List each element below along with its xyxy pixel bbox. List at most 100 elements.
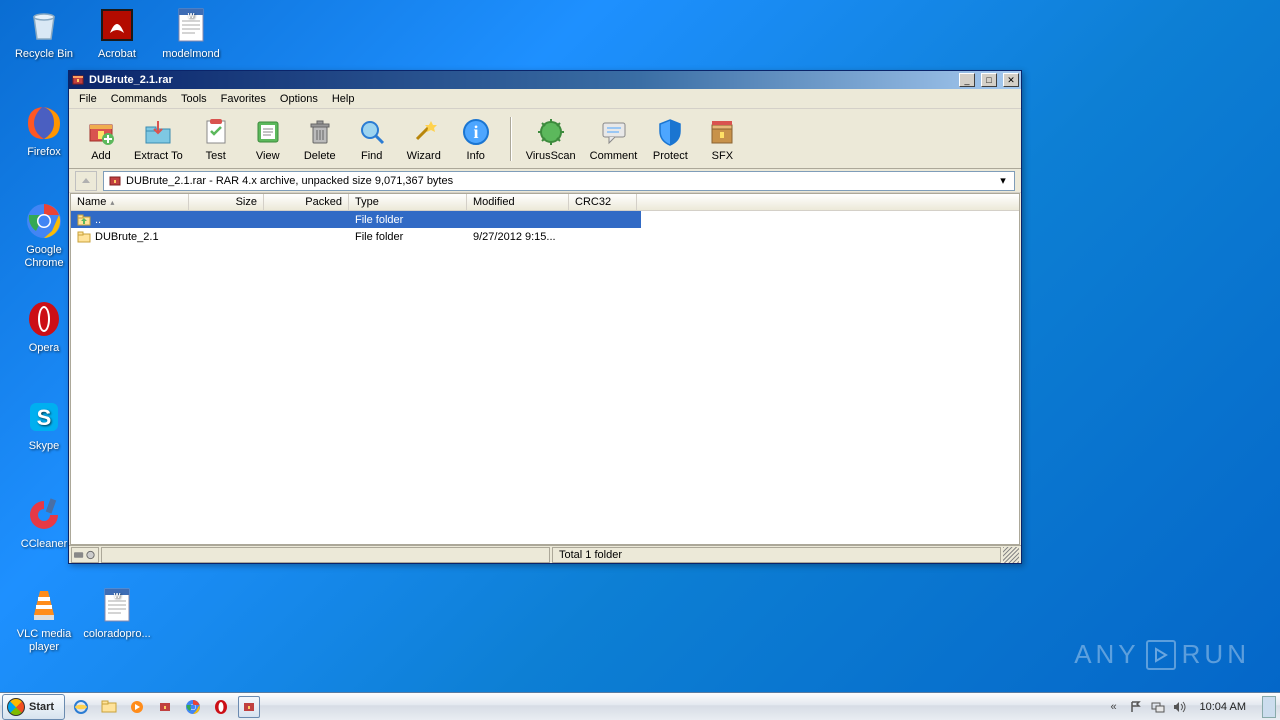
path-bar[interactable]: DUBrute_2.1.rar - RAR 4.x archive, unpac…: [103, 171, 1015, 191]
desktop-icon-vlc-media-player[interactable]: VLC media player: [7, 584, 81, 653]
test-icon: [200, 116, 232, 148]
toolbar-find-button[interactable]: Find: [348, 113, 396, 165]
col-name[interactable]: Name: [71, 194, 189, 210]
tray-expand-icon[interactable]: «: [1106, 699, 1122, 715]
sfx-icon: [706, 116, 738, 148]
taskbar-chrome[interactable]: [182, 696, 204, 718]
taskbar-wmp[interactable]: [126, 696, 148, 718]
acrobat-icon: [96, 4, 138, 46]
toolbar-view-button[interactable]: View: [244, 113, 292, 165]
toolbar-label: SFX: [712, 150, 733, 162]
nav-up-button[interactable]: [75, 171, 97, 191]
system-tray: « 10:04 AM: [1102, 693, 1280, 720]
col-crc32[interactable]: CRC32: [569, 194, 637, 210]
toolbar-virusscan-button[interactable]: VirusScan: [521, 113, 581, 165]
file-name: DUBrute_2.1: [95, 231, 159, 243]
taskbar-winrar-active[interactable]: [238, 696, 260, 718]
toolbar-label: Delete: [304, 150, 336, 162]
menu-file[interactable]: File: [73, 91, 103, 107]
toolbar-label: Wizard: [407, 150, 441, 162]
winrar-icon: [71, 73, 85, 87]
winrar-window: DUBrute_2.1.rar _ □ ✕ File Commands Tool…: [68, 70, 1022, 564]
find-icon: [356, 116, 388, 148]
taskbar-opera[interactable]: [210, 696, 232, 718]
windows-logo-icon: [7, 698, 25, 716]
menu-tools[interactable]: Tools: [175, 91, 213, 107]
tray-volume-icon[interactable]: [1172, 699, 1188, 715]
toolbar-label: Info: [467, 150, 485, 162]
col-modified[interactable]: Modified: [467, 194, 569, 210]
watermark-text-1: ANY: [1074, 639, 1139, 670]
toolbar-label: Add: [91, 150, 111, 162]
menubar: File Commands Tools Favorites Options He…: [69, 89, 1021, 109]
svg-text:i: i: [473, 122, 478, 142]
watermark: ANY RUN: [1074, 639, 1250, 670]
archive-icon: [108, 174, 122, 188]
taskbar-winrar[interactable]: [154, 696, 176, 718]
toolbar-label: Test: [206, 150, 226, 162]
status-left: [101, 547, 550, 563]
info-icon: i: [460, 116, 492, 148]
svg-text:S: S: [37, 405, 52, 430]
tray-network-icon[interactable]: [1150, 699, 1166, 715]
desktop-icon-label: Recycle Bin: [15, 48, 73, 61]
file-list: Name Size Packed Type Modified CRC32 ..F…: [70, 193, 1020, 545]
desktop-icon-label: Firefox: [27, 146, 61, 159]
vlc-icon: [23, 584, 65, 626]
chrome-icon: [23, 200, 65, 242]
folder-icon: [77, 230, 91, 244]
protect-icon: [654, 116, 686, 148]
desktop-icon-coloradopro-[interactable]: Wcoloradopro...: [80, 584, 154, 641]
minimize-button[interactable]: _: [959, 73, 975, 87]
status-drive-icon[interactable]: [71, 547, 99, 563]
toolbar-delete-button[interactable]: Delete: [296, 113, 344, 165]
toolbar-label: Protect: [653, 150, 688, 162]
toolbar-info-button[interactable]: i Info: [452, 113, 500, 165]
file-row[interactable]: DUBrute_2.1File folder9/27/2012 9:15...: [71, 228, 1019, 245]
toolbar-comment-button[interactable]: Comment: [585, 113, 643, 165]
desktop-icon-recycle-bin[interactable]: Recycle Bin: [7, 4, 81, 61]
desktop-icon-label: VLC media player: [7, 628, 81, 653]
col-type[interactable]: Type: [349, 194, 467, 210]
file-type: File folder: [349, 231, 467, 243]
taskbar-explorer[interactable]: [98, 696, 120, 718]
taskbar-ie[interactable]: [70, 696, 92, 718]
wordpad-icon: W: [170, 4, 212, 46]
path-text: DUBrute_2.1.rar - RAR 4.x archive, unpac…: [126, 175, 992, 187]
menu-favorites[interactable]: Favorites: [215, 91, 272, 107]
toolbar-label: VirusScan: [526, 150, 576, 162]
path-dropdown-icon[interactable]: ▾: [996, 174, 1010, 187]
svg-text:W: W: [114, 593, 121, 600]
taskbar-clock[interactable]: 10:04 AM: [1194, 701, 1252, 713]
toolbar-label: Comment: [590, 150, 638, 162]
menu-help[interactable]: Help: [326, 91, 361, 107]
toolbar-separator: [510, 117, 511, 161]
col-size[interactable]: Size: [189, 194, 264, 210]
status-right: Total 1 folder: [552, 547, 1001, 563]
resize-grip[interactable]: [1003, 547, 1019, 563]
start-button[interactable]: Start: [2, 694, 65, 720]
titlebar[interactable]: DUBrute_2.1.rar _ □ ✕: [69, 71, 1021, 89]
play-icon: [1146, 640, 1176, 670]
menu-commands[interactable]: Commands: [105, 91, 173, 107]
menu-options[interactable]: Options: [274, 91, 324, 107]
file-row[interactable]: ..File folder: [71, 211, 641, 228]
toolbar-wizard-button[interactable]: Wizard: [400, 113, 448, 165]
tray-flag-icon[interactable]: [1128, 699, 1144, 715]
delete-icon: [304, 116, 336, 148]
toolbar-test-button[interactable]: Test: [192, 113, 240, 165]
close-button[interactable]: ✕: [1003, 73, 1019, 87]
show-desktop-button[interactable]: [1262, 696, 1276, 718]
toolbar-add-button[interactable]: Add: [77, 113, 125, 165]
toolbar-extract-to-button[interactable]: Extract To: [129, 113, 188, 165]
toolbar-sfx-button[interactable]: SFX: [698, 113, 746, 165]
desktop-icon-modelmond[interactable]: Wmodelmond: [154, 4, 228, 61]
window-title: DUBrute_2.1.rar: [89, 74, 953, 86]
column-header-row: Name Size Packed Type Modified CRC32: [71, 194, 1019, 211]
col-packed[interactable]: Packed: [264, 194, 349, 210]
toolbar-label: Extract To: [134, 150, 183, 162]
desktop-icon-label: CCleaner: [21, 538, 67, 551]
toolbar-protect-button[interactable]: Protect: [646, 113, 694, 165]
maximize-button[interactable]: □: [981, 73, 997, 87]
desktop-icon-acrobat[interactable]: Acrobat: [80, 4, 154, 61]
